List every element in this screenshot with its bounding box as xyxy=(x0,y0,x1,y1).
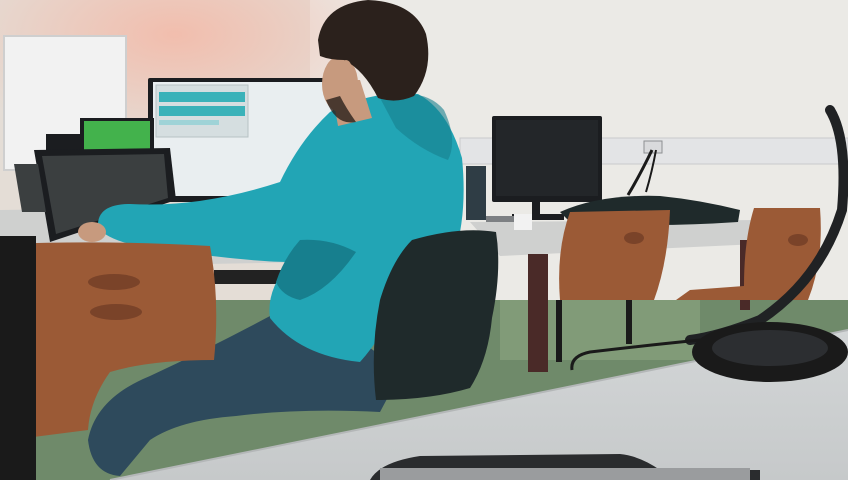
chair-back-middle xyxy=(559,210,670,300)
screen-bar-1 xyxy=(159,92,245,102)
scene-illustration xyxy=(0,0,848,480)
chair-middle-leg-2 xyxy=(626,300,632,344)
chair-middle-leg xyxy=(556,300,562,362)
headphones-cup-inner xyxy=(712,330,828,366)
chair-front-frame xyxy=(0,236,36,480)
chair-front-hole-2 xyxy=(90,304,142,320)
monitor-green-screen xyxy=(84,121,150,151)
screen-bar-3 xyxy=(159,120,219,125)
monitor-right-stand xyxy=(532,200,540,216)
person-ear xyxy=(340,60,352,80)
chair-right-hole xyxy=(788,234,808,246)
cup xyxy=(514,214,532,230)
foreground-laptop-base xyxy=(380,468,750,480)
chair-middle-hole xyxy=(624,232,644,244)
bottle xyxy=(466,166,486,220)
classroom-photo xyxy=(0,0,848,480)
screen-bar-2 xyxy=(159,106,245,116)
chair-front-hole-1 xyxy=(88,274,140,290)
person-hand xyxy=(78,222,106,242)
back-desk-leg-1 xyxy=(528,254,548,372)
monitor-right-screen xyxy=(496,120,598,196)
